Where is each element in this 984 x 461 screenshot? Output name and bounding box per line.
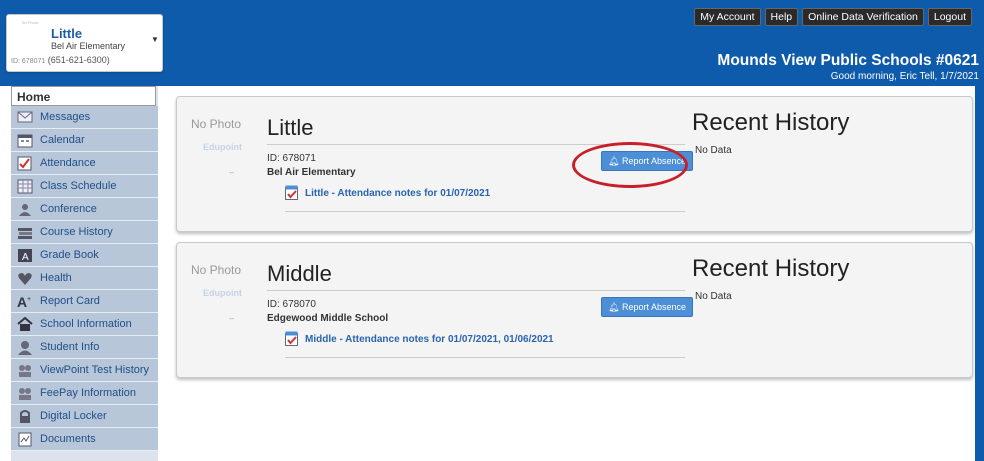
- home-tab[interactable]: Home: [11, 86, 156, 106]
- chevron-down-icon[interactable]: ▼: [151, 35, 159, 44]
- sidebar-item-label: ViewPoint Test History: [40, 364, 150, 376]
- highlight-ring-annotation: [572, 142, 688, 188]
- sidebar-item-attendance[interactable]: Attendance: [11, 152, 158, 175]
- sidebar-nav: Messages Calendar Attendance Class Sched…: [11, 106, 158, 451]
- selected-student-id-phone: ID: 678071 (651-621-6300): [11, 55, 110, 65]
- report-card-icon: A +: [16, 293, 34, 309]
- school-phone: (651-621-6300): [47, 55, 110, 65]
- selected-student-id: ID: 678071: [11, 58, 46, 65]
- heart-icon: [16, 270, 34, 286]
- sidebar-item-label: Class Schedule: [40, 180, 117, 192]
- document-icon: [16, 431, 34, 447]
- sidebar-item-label: Messages: [40, 111, 91, 123]
- attendance-notes-link[interactable]: Little - Attendance notes for 01/07/2021: [305, 188, 490, 199]
- sidebar-item-conference[interactable]: Conference: [11, 198, 158, 221]
- sidebar-item-report-card[interactable]: A + Report Card: [11, 290, 158, 313]
- my-account-button[interactable]: My Account: [694, 8, 761, 26]
- schedule-icon: [16, 178, 34, 194]
- calendar-icon: [16, 132, 34, 148]
- greeting-text: Good morning, Eric Tell, 1/7/2021: [830, 71, 979, 82]
- top-header: No Photo Little Bel Air Elementary ID: 6…: [0, 0, 984, 86]
- top-links: My Account Help Online Data Verification…: [694, 8, 972, 26]
- lock-icon: [16, 408, 34, 424]
- sidebar-item-label: Grade Book: [40, 249, 99, 261]
- sidebar-item-messages[interactable]: Messages: [11, 106, 158, 129]
- sidebar-item-label: Attendance: [40, 157, 96, 169]
- group-icon: [16, 362, 34, 378]
- school-icon: [16, 316, 34, 332]
- sidebar-item-feepay-information[interactable]: FeePay Information: [11, 382, 158, 405]
- student-id: ID: 678070: [267, 299, 316, 310]
- student-name: Little: [267, 115, 314, 140]
- sidebar-item-label: FeePay Information: [40, 387, 136, 399]
- student-id: ID: 678071: [267, 153, 316, 164]
- student-photo-placeholder: No Photo: [191, 117, 242, 131]
- sidebar-item-label: Digital Locker: [40, 410, 107, 422]
- person-icon: [16, 339, 34, 355]
- photo-dash: –: [229, 167, 235, 177]
- attendance-notes-icon: [285, 185, 298, 200]
- gradebook-icon: A: [16, 247, 34, 263]
- sidebar-item-label: Documents: [40, 433, 96, 445]
- recent-history-title: Recent History: [692, 109, 850, 136]
- sidebar-item-label: Conference: [40, 203, 97, 215]
- edupoint-logo: Edupoint: [203, 288, 242, 298]
- svg-text:A: A: [22, 252, 29, 263]
- student-school: Edgewood Middle School: [267, 313, 389, 324]
- sidebar-item-label: Calendar: [40, 134, 85, 146]
- student-photo-placeholder: No Photo: [21, 20, 39, 25]
- recent-history-data: No Data: [695, 291, 732, 302]
- sidebar-item-label: Report Card: [40, 295, 100, 307]
- attendance-notes-link[interactable]: Middle - Attendance notes for 01/07/2021…: [305, 334, 554, 345]
- report-absence-label: Report Absence: [621, 302, 686, 312]
- svg-text:A: A: [17, 294, 27, 309]
- sidebar-item-calendar[interactable]: Calendar: [11, 129, 158, 152]
- sidebar-item-school-information[interactable]: School Information: [11, 313, 158, 336]
- logout-button[interactable]: Logout: [927, 8, 972, 26]
- edupoint-logo: Edupoint: [203, 142, 242, 152]
- sidebar-item-course-history[interactable]: Course History: [11, 221, 158, 244]
- selected-student-name: Little: [51, 26, 83, 41]
- divider: [285, 211, 685, 212]
- checkbox-icon: [16, 155, 34, 171]
- district-name: Mounds View Public Schools #0621: [717, 52, 979, 69]
- student-name: Middle: [267, 261, 332, 286]
- group-icon: [16, 385, 34, 401]
- envelope-icon: [16, 109, 34, 125]
- recent-history-data: No Data: [695, 145, 732, 156]
- main-content: No Photo Edupoint – Little ID: 678071 Be…: [158, 86, 975, 461]
- online-data-verification-button[interactable]: Online Data Verification: [802, 8, 924, 26]
- photo-dash: –: [229, 313, 235, 323]
- sidebar-item-student-info[interactable]: Student Info: [11, 336, 158, 359]
- help-button[interactable]: Help: [764, 8, 799, 26]
- student-selector[interactable]: No Photo Little Bel Air Elementary ID: 6…: [6, 14, 163, 72]
- sidebar-item-label: Student Info: [40, 341, 100, 353]
- selected-student-school: Bel Air Elementary: [51, 41, 126, 51]
- attendance-notes[interactable]: Little - Attendance notes for 01/07/2021: [285, 185, 490, 201]
- sidebar: Home Messages Calendar Attendance Class …: [11, 86, 158, 461]
- divider: [267, 290, 685, 291]
- sidebar-item-class-schedule[interactable]: Class Schedule: [11, 175, 158, 198]
- report-absence-button[interactable]: 🔔︎ Report Absence: [601, 297, 693, 317]
- sidebar-item-documents[interactable]: Documents: [11, 428, 158, 451]
- sidebar-item-label: Health: [40, 272, 72, 284]
- sidebar-item-digital-locker[interactable]: Digital Locker: [11, 405, 158, 428]
- sidebar-item-label: School Information: [40, 318, 132, 330]
- sidebar-item-label: Course History: [40, 226, 113, 238]
- recent-history-title: Recent History: [692, 255, 850, 282]
- books-icon: [16, 224, 34, 240]
- attendance-notes-icon: [285, 331, 298, 346]
- student-card: No Photo Edupoint – Middle ID: 678070 Ed…: [176, 242, 973, 378]
- student-photo-placeholder: No Photo: [191, 263, 242, 277]
- people-icon: [16, 201, 34, 217]
- bell-icon: 🔔︎: [608, 302, 620, 312]
- attendance-notes[interactable]: Middle - Attendance notes for 01/07/2021…: [285, 331, 554, 347]
- student-school: Bel Air Elementary: [267, 167, 356, 178]
- sidebar-item-health[interactable]: Health: [11, 267, 158, 290]
- right-border: [975, 86, 984, 461]
- divider: [285, 357, 685, 358]
- sidebar-item-viewpoint-test-history[interactable]: ViewPoint Test History: [11, 359, 158, 382]
- svg-text:+: +: [27, 296, 31, 303]
- sidebar-item-grade-book[interactable]: A Grade Book: [11, 244, 158, 267]
